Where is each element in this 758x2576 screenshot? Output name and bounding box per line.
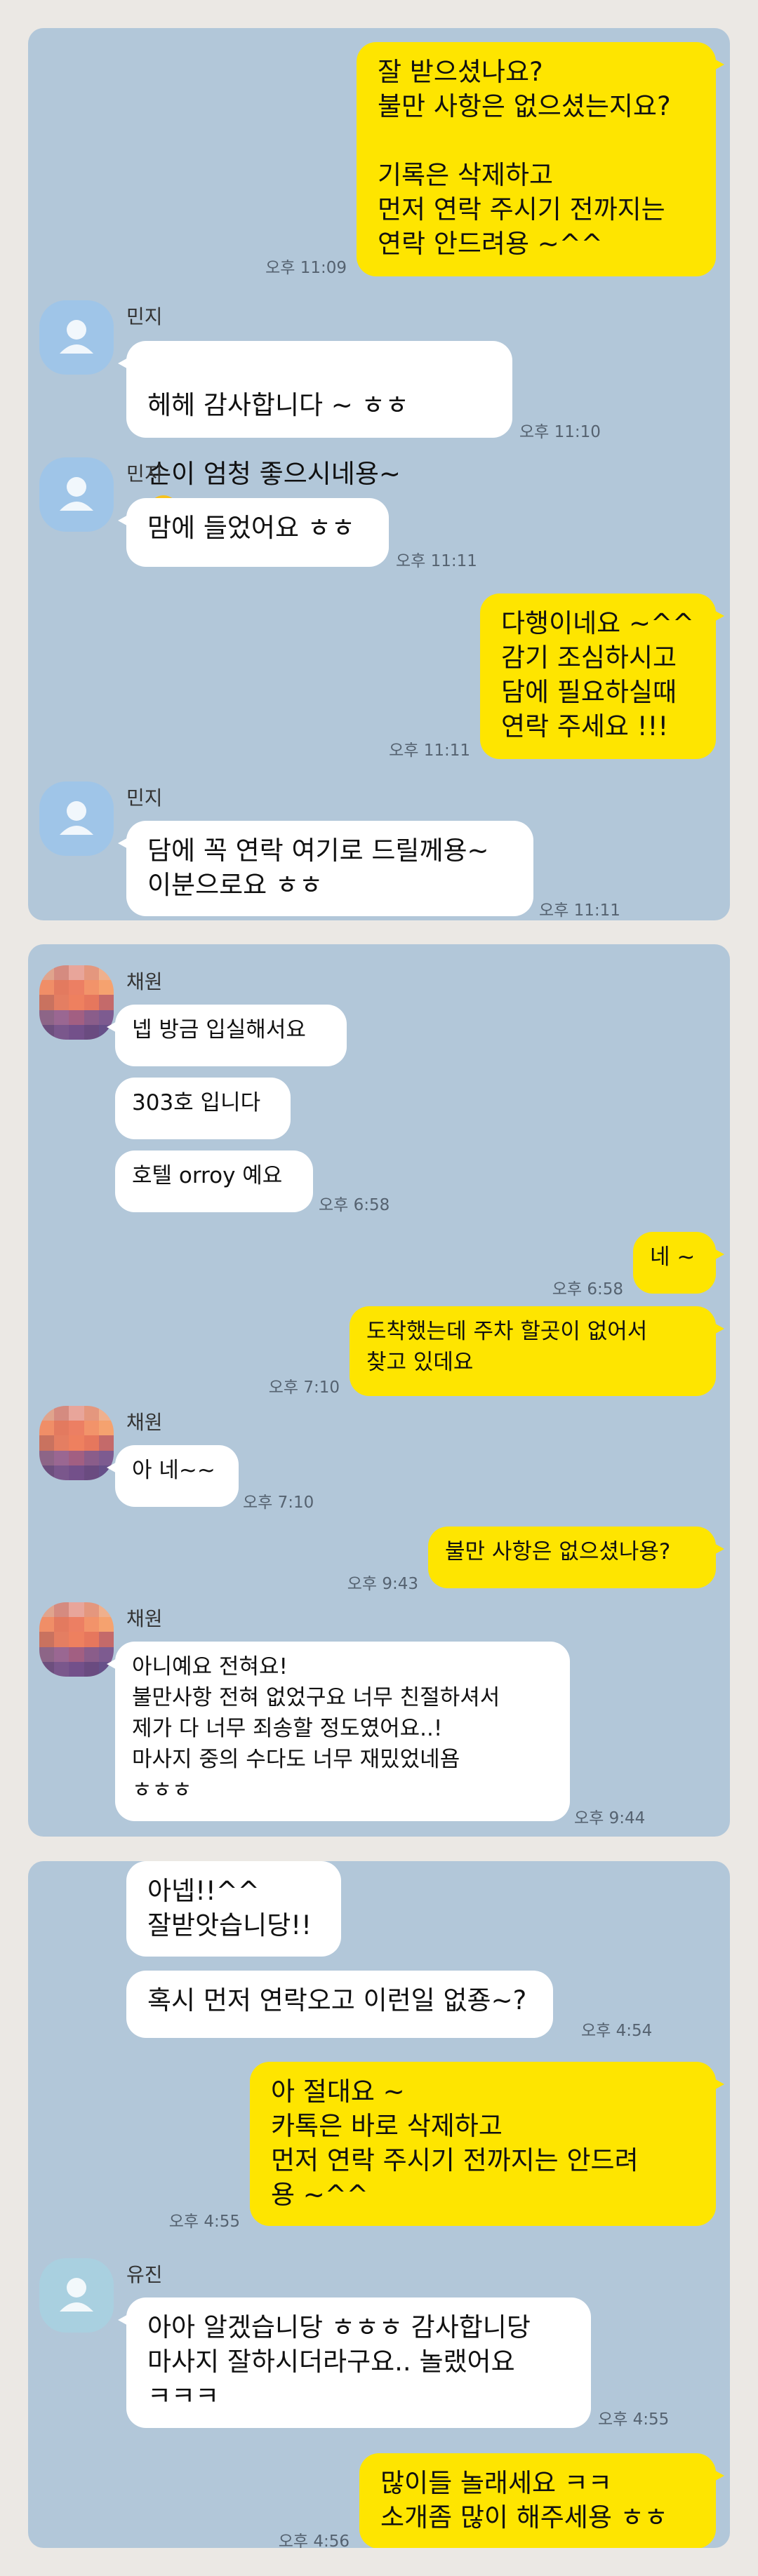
their-message-bubble[interactable]: 헤헤 감사합니다 ~ ㅎㅎ 손이 엄청 좋으시네용~ [118,341,512,558]
sender-name: 채원 [126,970,163,993]
my-message-bubble[interactable]: 다행이네요 ~^^ 감기 조심하시고 담에 필요하실때 연락 주세요 !!! [480,593,724,759]
their-message-bubble[interactable]: 아아 알겠습니당 ㅎㅎㅎ 감사합니당 마사지 잘하시더라구요.. 놀랬어요 ㅋㅋ… [118,2297,591,2428]
message-time: 오후 4:55 [168,2213,240,2231]
blurred-avatar-icon[interactable] [39,965,114,1040]
their-message-bubble[interactable]: 담에 꼭 연락 여기로 드릴께용~ 이분으로요 ㅎㅎ [118,821,533,916]
their-message-bubble[interactable]: 아 네~~ [107,1445,239,1507]
message-time: 오후 11:11 [389,742,470,760]
default-avatar-icon[interactable] [39,781,114,856]
message-time: 오후 7:10 [268,1378,340,1397]
message-time: 오후 9:43 [347,1575,418,1593]
my-message-bubble[interactable]: 도착했는데 주차 할곳이 없어서 찾고 있데요 [350,1306,724,1396]
blurred-avatar-icon[interactable] [39,1602,114,1677]
message-time: 오후 4:56 [278,2533,350,2548]
chat-screenshot-1: 잘 받으셨나요? 불만 사항은 없으셨는지요? 기록은 삭제하고 먼저 연락 주… [28,28,730,920]
their-message-bubble[interactable]: 맘에 들었어요 ㅎㅎ [118,498,389,567]
message-time: 오후 6:58 [552,1280,623,1299]
message-line: 헤헤 감사합니다 ~ ㅎㅎ [147,390,409,420]
default-avatar-icon[interactable] [39,457,114,532]
message-time: 오후 11:09 [265,259,347,277]
their-message-bubble[interactable]: 아넵!!^^ 잘받앗습니당!! [126,1861,341,1957]
message-time: 오후 7:10 [243,1494,314,1512]
message-time: 오후 4:55 [598,2410,670,2429]
their-message-bubble[interactable]: 넵 방금 입실해서요 [107,1005,347,1066]
my-message-bubble[interactable]: 많이들 놀래세요 ㅋㅋ 소개좀 많이 해주세용 ㅎㅎ [359,2453,724,2548]
message-time: 오후 9:44 [574,1809,646,1827]
sender-name: 민지 [126,462,163,485]
my-message-bubble[interactable]: 아 절대요 ~ 카톡은 바로 삭제하고 먼저 연락 주시기 전까지는 안드려 용… [250,2062,724,2226]
message-time: 오후 11:11 [539,901,620,920]
their-message-bubble[interactable]: 303호 입니다 [115,1078,291,1139]
chat-screenshot-3: 아넵!!^^ 잘받앗습니당!! 혹시 먼저 연락오고 이런일 없죵~? 오후 4… [28,1861,730,2548]
message-line: 손이 엄청 좋으시네용~ [147,459,401,489]
their-message-bubble[interactable]: 호텔 orroy 예요 [115,1151,313,1212]
sender-name: 유진 [126,2263,163,2286]
my-message-bubble[interactable]: 잘 받으셨나요? 불만 사항은 없으셨는지요? 기록은 삭제하고 먼저 연락 주… [357,42,724,276]
sender-name: 민지 [126,786,163,810]
message-time: 오후 4:54 [581,2022,653,2040]
their-message-bubble[interactable]: 혹시 먼저 연락오고 이런일 없죵~? [126,1971,553,2038]
sender-name: 민지 [126,305,163,328]
my-message-bubble[interactable]: 불만 사항은 없으셨나용? [428,1527,724,1588]
message-time: 오후 11:10 [519,423,601,441]
default-avatar-icon[interactable] [39,300,114,375]
blurred-avatar-icon[interactable] [39,1406,114,1480]
my-message-bubble[interactable]: 네 ~ [633,1232,724,1294]
their-message-bubble[interactable]: 아니예요 전혀요! 불만사항 전혀 없었구요 너무 친절하셔서 제가 다 너무 … [107,1642,570,1821]
default-avatar-icon[interactable] [39,2258,114,2333]
chat-screenshot-2: 채원 넵 방금 입실해서요 303호 입니다 호텔 orroy 예요 오후 6:… [28,944,730,1837]
message-time: 오후 11:11 [396,552,477,570]
message-time: 오후 6:58 [319,1196,390,1214]
sender-name: 채원 [126,1411,163,1434]
sender-name: 채원 [126,1607,163,1630]
